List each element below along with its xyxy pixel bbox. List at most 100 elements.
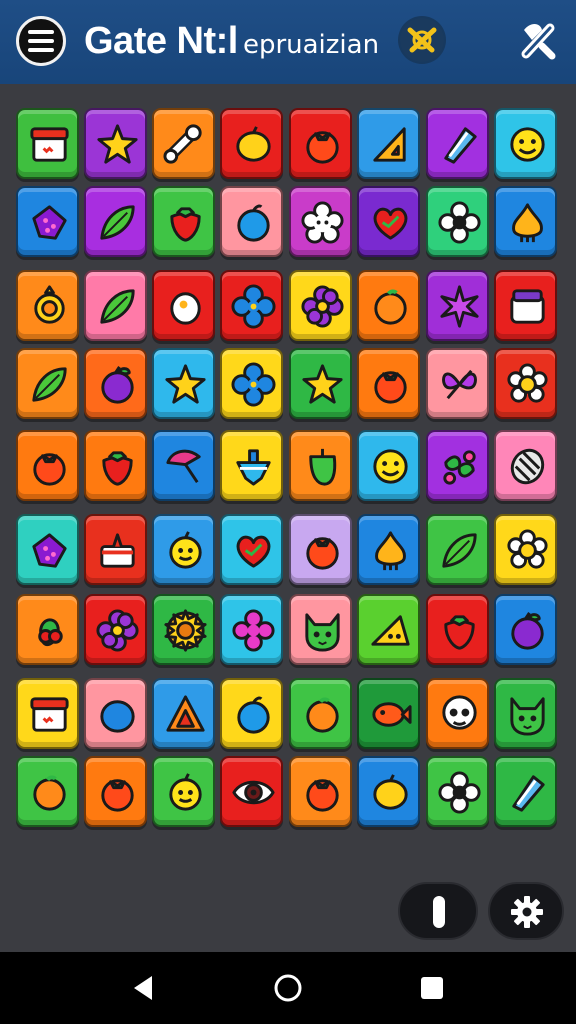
- pause-button[interactable]: [398, 882, 478, 940]
- board-tile[interactable]: [84, 108, 147, 179]
- back-icon[interactable]: [126, 970, 162, 1006]
- board-tile[interactable]: [220, 270, 283, 341]
- board-tile[interactable]: [426, 430, 489, 501]
- title-main: Gate Nt:l: [84, 20, 238, 62]
- board-tile[interactable]: [220, 594, 283, 665]
- board-tile[interactable]: [494, 678, 557, 749]
- board-tile[interactable]: [220, 108, 283, 179]
- board-tile[interactable]: [289, 756, 352, 827]
- board-tile[interactable]: [152, 348, 215, 419]
- board-tile[interactable]: [289, 186, 352, 257]
- board-tile[interactable]: [426, 270, 489, 341]
- board-tile[interactable]: [16, 756, 79, 827]
- tools-icon[interactable]: [512, 14, 564, 66]
- board-tile[interactable]: [289, 594, 352, 665]
- title-sub: epruaizian: [242, 30, 380, 60]
- board-tile[interactable]: [84, 348, 147, 419]
- board-tile[interactable]: [357, 756, 420, 827]
- board-tile[interactable]: [16, 270, 79, 341]
- board-tile[interactable]: [357, 678, 420, 749]
- board-tile[interactable]: [152, 756, 215, 827]
- board-tile[interactable]: [84, 678, 147, 749]
- board-tile[interactable]: [84, 270, 147, 341]
- board-tile[interactable]: [152, 514, 215, 585]
- blueberry-icon: [100, 700, 135, 733]
- daisy-icon: [507, 529, 548, 569]
- board-tile[interactable]: [220, 756, 283, 827]
- board-tile[interactable]: [426, 594, 489, 665]
- board-tile[interactable]: [357, 108, 420, 179]
- board-tile[interactable]: [152, 678, 215, 749]
- apple-icon: [237, 204, 270, 242]
- board-tile[interactable]: [494, 270, 557, 341]
- smiley-face-icon: [373, 449, 408, 484]
- board-tile[interactable]: [152, 594, 215, 665]
- board-tile[interactable]: [357, 270, 420, 341]
- settings-button[interactable]: [488, 882, 564, 940]
- board-tile[interactable]: [289, 430, 352, 501]
- board-tile[interactable]: [426, 348, 489, 419]
- recents-icon[interactable]: [414, 970, 450, 1006]
- crystal-icon: [512, 775, 545, 812]
- jar-icon: [510, 289, 545, 324]
- board-tile[interactable]: [152, 186, 215, 257]
- home-icon[interactable]: [270, 970, 306, 1006]
- board-tile[interactable]: [152, 430, 215, 501]
- board-tile[interactable]: [152, 270, 215, 341]
- board-tile[interactable]: [289, 678, 352, 749]
- board-tile[interactable]: [16, 678, 79, 749]
- board-tile[interactable]: [16, 108, 79, 179]
- board-tile[interactable]: [494, 348, 557, 419]
- board-tile[interactable]: [494, 108, 557, 179]
- board-tile[interactable]: [84, 186, 147, 257]
- board-tile[interactable]: [357, 514, 420, 585]
- board-tile[interactable]: [289, 514, 352, 585]
- leaf-flower-icon: [443, 450, 476, 485]
- board-tile[interactable]: [152, 108, 215, 179]
- board-tile[interactable]: [16, 348, 79, 419]
- board-tile[interactable]: [289, 108, 352, 179]
- board-tile[interactable]: [220, 514, 283, 585]
- board-tile[interactable]: [16, 594, 79, 665]
- board-tile[interactable]: [220, 430, 283, 501]
- board-tile[interactable]: [426, 514, 489, 585]
- board-tile[interactable]: [84, 430, 147, 501]
- board-tile[interactable]: [426, 678, 489, 749]
- hamburger-menu-icon[interactable]: [16, 16, 66, 66]
- egg-icon: [170, 292, 201, 325]
- bone-icon: [163, 124, 202, 164]
- board-tile[interactable]: [494, 756, 557, 827]
- board-tile[interactable]: [84, 756, 147, 827]
- board-tile[interactable]: [289, 348, 352, 419]
- emblem-logo-icon: [398, 16, 446, 64]
- orange-icon: [33, 775, 66, 811]
- board-tile[interactable]: [84, 514, 147, 585]
- board-tile[interactable]: [357, 186, 420, 257]
- board-tile[interactable]: [426, 108, 489, 179]
- board-tile[interactable]: [494, 186, 557, 257]
- board-tile[interactable]: [220, 348, 283, 419]
- board-tile[interactable]: [494, 594, 557, 665]
- flower-face-icon: [301, 201, 344, 244]
- tomato-icon: [101, 779, 134, 812]
- pepper-icon: [309, 448, 337, 486]
- board-tile[interactable]: [16, 186, 79, 257]
- board-tile[interactable]: [84, 594, 147, 665]
- skull-icon: [442, 695, 477, 730]
- board-tile[interactable]: [289, 270, 352, 341]
- apple-icon: [237, 696, 270, 734]
- board-tile[interactable]: [357, 348, 420, 419]
- purple-flower-icon: [96, 609, 139, 652]
- board-tile[interactable]: [16, 514, 79, 585]
- board-tile[interactable]: [357, 594, 420, 665]
- board-tile[interactable]: [494, 514, 557, 585]
- cat-face-icon: [510, 697, 545, 736]
- board-tile[interactable]: [357, 430, 420, 501]
- board-tile[interactable]: [16, 430, 79, 501]
- board-tile[interactable]: [220, 678, 283, 749]
- board-tile[interactable]: [494, 430, 557, 501]
- board-tile[interactable]: [426, 756, 489, 827]
- berry-icon: [32, 205, 67, 240]
- board-tile[interactable]: [220, 186, 283, 257]
- board-tile[interactable]: [426, 186, 489, 257]
